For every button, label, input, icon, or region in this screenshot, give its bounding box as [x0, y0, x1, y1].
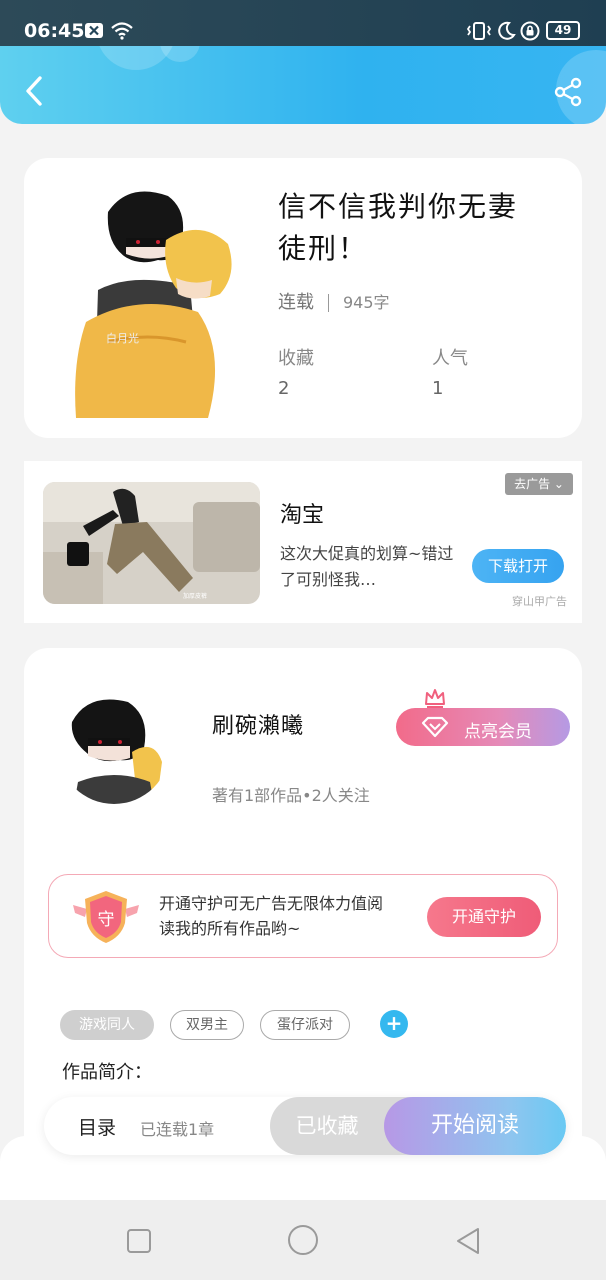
tag-item[interactable]: 游戏同人 — [60, 1010, 154, 1040]
guard-badge-text: 守 — [98, 910, 115, 930]
add-tag-button[interactable]: + — [380, 1010, 408, 1038]
chapter-status: 已连载1章 — [140, 1120, 215, 1139]
ad-description: 这次大促真的划算~错过了可别怪我… — [280, 544, 454, 589]
open-guard-button[interactable]: 开通守护 — [427, 897, 541, 937]
triangle-back-icon — [457, 1228, 479, 1254]
lock-icon — [520, 21, 540, 45]
chevron-left-icon — [26, 76, 42, 106]
popularity-label: 人气 — [432, 348, 468, 369]
book-title: 信不信我判你无妻 徒刑！ — [278, 186, 548, 270]
system-back-button[interactable] — [454, 1226, 482, 1260]
favorited-label: 已收藏 — [295, 1114, 359, 1138]
close-box-icon — [84, 22, 104, 43]
favorites-label: 收藏 — [278, 348, 314, 369]
circle-icon — [288, 1225, 318, 1255]
author-info: 著有1部作品•2人关注 — [212, 786, 370, 805]
diamond-icon — [421, 716, 449, 738]
author-avatar[interactable] — [58, 692, 170, 804]
vip-button[interactable]: 点亮会员 — [396, 708, 570, 746]
popularity-value: 1 — [432, 378, 444, 399]
book-title-line: 信不信我判你无妻 — [278, 190, 519, 223]
ad-banner[interactable]: 加厚皮裤 去广告 ⌄ 淘宝 这次大促真的划算~错过了可别怪我… 下载打开 穿山甲… — [24, 461, 582, 623]
square-icon — [127, 1229, 151, 1253]
vip-button-label: 点亮会员 — [464, 722, 532, 742]
svg-text:白月光: 白月光 — [106, 331, 139, 345]
wifi-icon — [110, 21, 134, 44]
crown-icon — [424, 688, 446, 708]
home-button[interactable] — [287, 1224, 319, 1260]
toc-button[interactable]: 目录 — [78, 1113, 116, 1140]
share-icon — [554, 77, 582, 107]
battery-icon: 49 — [546, 21, 580, 40]
shield-icon: 守 — [71, 887, 141, 947]
guard-promo: 守 开通守护可无广告无限体力值阅读我的所有作品哟~ 开通守护 — [48, 874, 558, 958]
moon-icon — [496, 21, 516, 45]
system-nav-bar — [0, 1200, 606, 1280]
author-name: 刷碗瀨曦 — [212, 714, 305, 739]
divider — [328, 294, 329, 312]
tag-item[interactable]: 蛋仔派对 — [260, 1010, 350, 1040]
ad-image[interactable]: 加厚皮裤 — [43, 482, 260, 604]
book-info-card: 白月光 信不信我判你无妻 徒刑！ 连载 945字 收藏 2 人气 1 — [24, 158, 582, 438]
word-count: 945字 — [343, 293, 390, 312]
intro-label: 作品简介： — [62, 1062, 152, 1083]
bottom-action-bar: 目录 已连载1章 已收藏 开始阅读 — [44, 1097, 566, 1155]
start-reading-button[interactable]: 开始阅读 — [384, 1097, 566, 1155]
ad-source: 穿山甲广告 — [512, 595, 567, 608]
back-button[interactable] — [22, 74, 46, 108]
ad-title: 淘宝 — [280, 503, 325, 528]
book-meta: 连载 945字 — [278, 288, 390, 314]
top-header: 06:45 49 — [0, 0, 606, 124]
status-time: 06:45 — [24, 20, 85, 42]
svg-text:加厚皮裤: 加厚皮裤 — [183, 592, 207, 600]
guard-promo-text: 开通守护可无广告无限体力值阅读我的所有作品哟~ — [159, 894, 384, 938]
book-title-line: 徒刑！ — [278, 232, 369, 265]
status-bar: 06:45 49 — [0, 0, 606, 46]
book-cover-image[interactable]: 白月光 — [68, 182, 238, 418]
recent-apps-button[interactable] — [126, 1228, 152, 1258]
favorites-value: 2 — [278, 378, 290, 399]
serial-status: 连载 — [278, 292, 314, 313]
ad-download-button[interactable]: 下载打开 — [472, 549, 564, 583]
share-button[interactable] — [552, 76, 584, 108]
vibrate-icon — [466, 21, 492, 45]
tag-item[interactable]: 双男主 — [170, 1010, 244, 1040]
remove-ad-button[interactable]: 去广告 ⌄ — [505, 473, 573, 495]
